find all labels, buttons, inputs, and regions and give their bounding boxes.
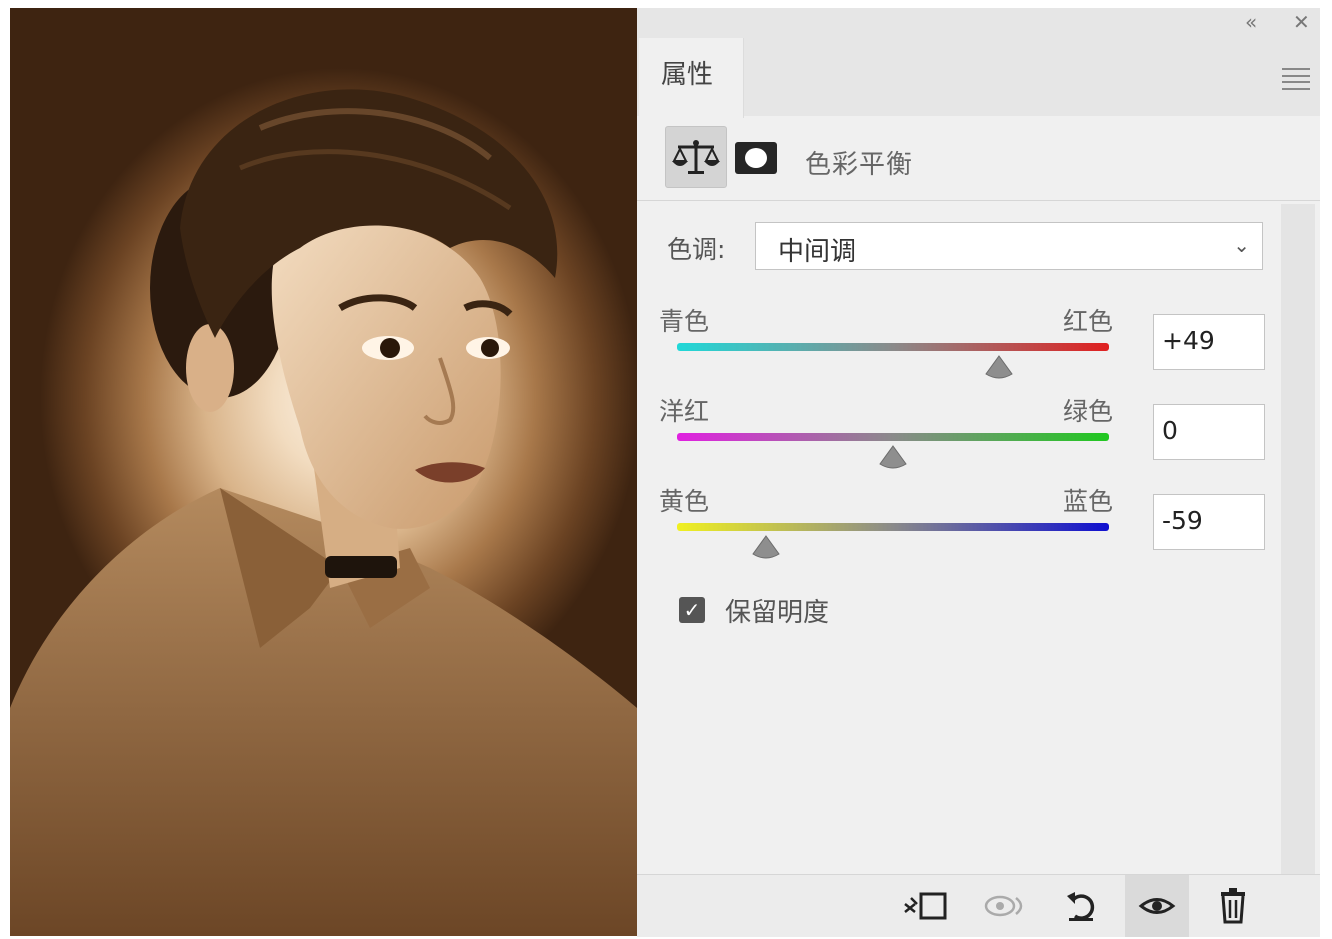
tone-select[interactable]: 中间调 ⌄ (755, 222, 1263, 270)
color-balance-icon[interactable] (665, 126, 727, 188)
slider-track[interactable] (677, 343, 1109, 351)
slider-right-label: 蓝色 (1063, 487, 1114, 516)
view-previous-state-icon[interactable] (973, 875, 1037, 937)
tone-select-value: 中间调 (778, 237, 857, 267)
collapse-icon[interactable]: « (1245, 10, 1257, 34)
divider (637, 200, 1320, 201)
preserve-luminosity-label: 保留明度 (725, 598, 830, 628)
reset-icon[interactable] (1049, 875, 1113, 937)
properties-panel: « ✕ 属性 色彩平衡 色调: 中间调 ⌄ 青色 红色 +49 洋红 绿色 0 … (637, 8, 1320, 937)
preserve-luminosity-checkbox[interactable]: ✓ (679, 597, 705, 623)
value-field-text: +49 (1162, 326, 1215, 355)
clip-to-layer-icon[interactable] (893, 875, 957, 937)
panel-bottom-toolbar (637, 874, 1320, 937)
tone-label: 色调: (667, 235, 726, 264)
value-field[interactable]: 0 (1153, 404, 1265, 460)
delete-trash-icon[interactable] (1201, 875, 1265, 937)
value-field-text: 0 (1162, 416, 1178, 445)
slider-left-label: 黄色 (659, 487, 710, 516)
tab-properties[interactable]: 属性 (639, 38, 744, 118)
value-field-text: -59 (1162, 506, 1203, 535)
value-field[interactable]: +49 (1153, 314, 1265, 370)
panel-menu-icon[interactable] (1282, 68, 1310, 90)
chevron-down-icon: ⌄ (1233, 233, 1250, 257)
photo-canvas (10, 8, 637, 936)
tab-strip: 属性 (637, 38, 1320, 118)
tab-properties-label: 属性 (661, 60, 714, 90)
slider-thumb[interactable] (982, 354, 1016, 380)
slider-right-label: 红色 (1063, 307, 1114, 336)
slider-right-label: 绿色 (1063, 397, 1114, 426)
close-icon[interactable]: ✕ (1293, 10, 1310, 34)
adjustment-title: 色彩平衡 (805, 150, 914, 180)
adjustment-header: 色彩平衡 (637, 116, 1320, 200)
slider-track[interactable] (677, 523, 1109, 531)
slider-track[interactable] (677, 433, 1109, 441)
portrait-image (10, 89, 637, 936)
visibility-eye-icon[interactable] (1125, 875, 1189, 937)
panel-titlebar: « ✕ (637, 8, 1320, 38)
slider-thumb[interactable] (749, 534, 783, 560)
panel-scrollbar[interactable] (1281, 204, 1315, 874)
value-field[interactable]: -59 (1153, 494, 1265, 550)
slider-left-label: 洋红 (659, 397, 710, 426)
layer-mask-icon[interactable] (735, 142, 777, 174)
slider-thumb[interactable] (876, 444, 910, 470)
slider-left-label: 青色 (659, 307, 710, 336)
